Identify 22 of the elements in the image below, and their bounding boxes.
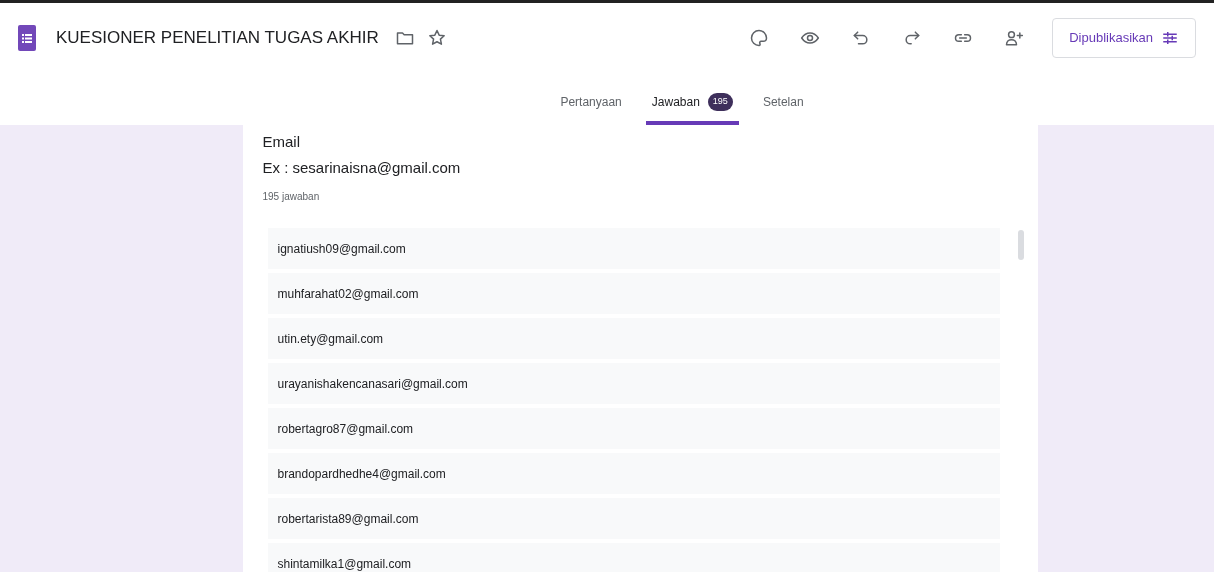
tab[interactable]: Pertanyaan [554,83,628,125]
question-title: Email [262,132,301,152]
response-count: 195 jawaban [262,190,321,204]
star-icon[interactable] [426,28,447,48]
palette-icon[interactable] [749,28,770,48]
add-person-icon[interactable] [1004,28,1025,48]
response-row: robertarista89@gmail.com [267,498,1000,539]
scrollbar-thumb[interactable] [1017,230,1024,260]
response-row: shintamilka1@gmail.com [267,543,1000,572]
sliders-icon [1161,29,1179,47]
question-description: Ex : sesarinaisna@gmail.com [262,157,462,178]
count-badge: 195 [707,93,733,111]
response-row: ignatiush09@gmail.com [267,228,1000,269]
form-title[interactable]: KUESIONER PENELITIAN TUGAS AKHIR [56,25,379,51]
response-row: utin.ety@gmail.com [267,318,1000,359]
response-row: robertagro87@gmail.com [267,408,1000,449]
tab[interactable]: Setelan [756,83,810,125]
response-row: urayanishakencanasari@gmail.com [267,363,1000,404]
forms-logo-icon[interactable] [18,25,36,51]
response-row: brandopardhedhe4@gmail.com [267,453,1000,494]
publish-button[interactable]: Dipublikasikan [1052,18,1196,58]
response-row: muhfarahat02@gmail.com [267,273,1000,314]
